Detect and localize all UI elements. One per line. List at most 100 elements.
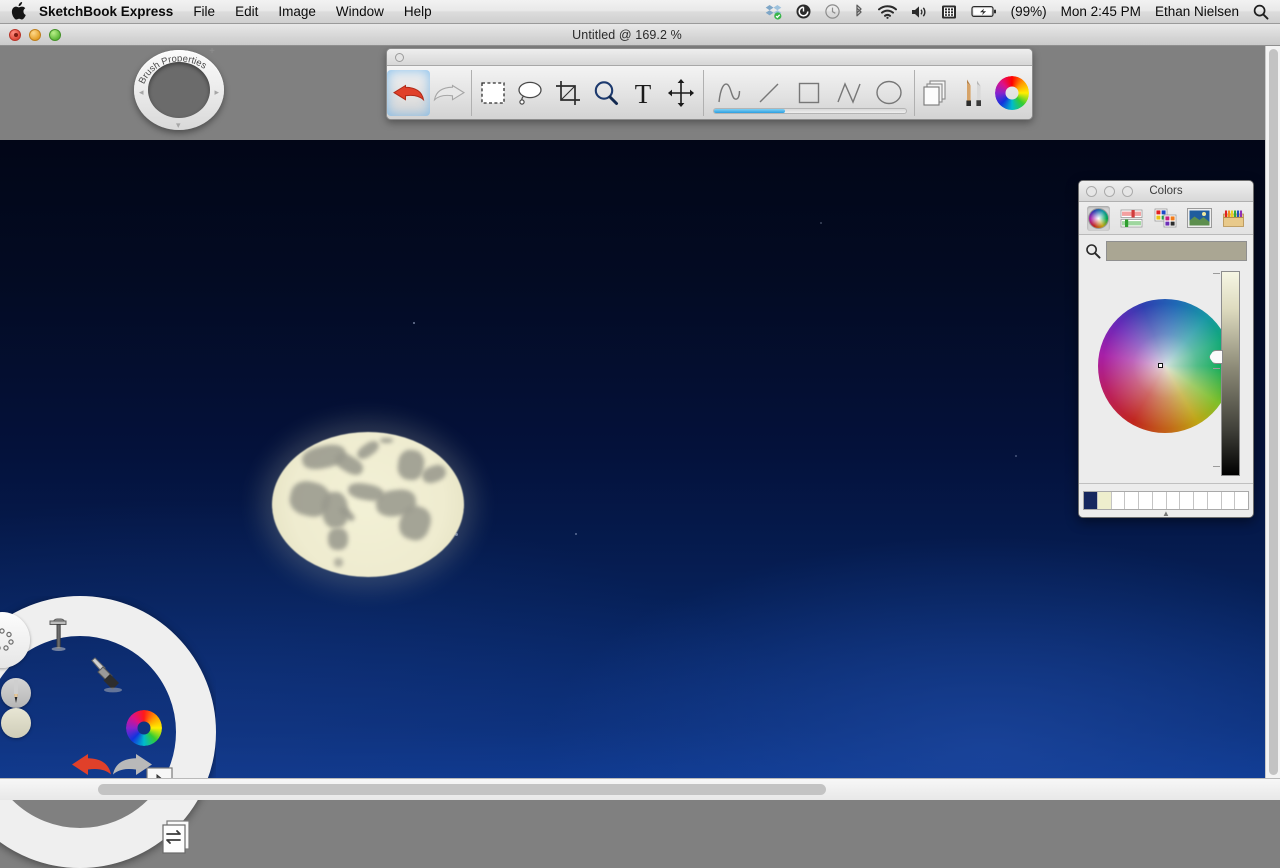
moon-crater (380, 438, 393, 443)
toolbar-divider (914, 70, 915, 116)
volume-icon[interactable] (904, 0, 934, 24)
moon-artwork (272, 432, 464, 577)
horizontal-scrollbar[interactable] (0, 778, 1280, 800)
dropbox-icon[interactable] (758, 0, 789, 24)
vertical-scrollbar[interactable] (1265, 46, 1280, 778)
image-palettes-mode-button[interactable] (1187, 206, 1212, 231)
svg-text:T: T (635, 79, 652, 109)
color-swatch[interactable] (1208, 492, 1222, 509)
apple-menu-icon[interactable] (11, 2, 26, 21)
menu-app-name[interactable]: SketchBook Express (26, 0, 183, 24)
color-wheel-knob[interactable] (1158, 363, 1163, 368)
user-name-label[interactable]: Ethan Nielsen (1148, 0, 1246, 24)
color-wheel[interactable] (1098, 299, 1232, 433)
rectangle-select-button[interactable] (475, 70, 513, 116)
menu-image[interactable]: Image (268, 0, 326, 24)
color-swatch[interactable] (1235, 492, 1248, 509)
horizontal-scrollbar-thumb[interactable] (98, 784, 826, 795)
text-tool-button[interactable]: T (625, 70, 663, 116)
color-swatch-bar: ▲ (1079, 483, 1253, 517)
color-wheel-area (1079, 267, 1253, 482)
shape-size-slider[interactable] (713, 108, 907, 114)
tool-palette: T (386, 48, 1033, 120)
spotlight-search-icon[interactable] (1246, 0, 1280, 24)
color-swatch[interactable] (1180, 492, 1194, 509)
color-swatch[interactable] (1125, 492, 1139, 509)
document-title-bar: Untitled @ 169.2 % (0, 24, 1280, 46)
color-swatch[interactable] (1098, 492, 1112, 509)
magnifier-icon[interactable] (1085, 243, 1101, 259)
color-swatch[interactable] (1139, 492, 1153, 509)
color-swatch[interactable] (1112, 492, 1126, 509)
crayons-mode-button[interactable] (1222, 206, 1245, 231)
clock-label[interactable]: Mon 2:45 PM (1054, 0, 1148, 24)
brightness-tick (1213, 466, 1220, 467)
colors-panel-title: Colors (1079, 185, 1253, 197)
tool-palette-close-button[interactable] (395, 53, 404, 62)
brush-puck-down-arrow-icon[interactable]: ▾ (176, 121, 181, 130)
lagoon-color-button[interactable] (124, 708, 164, 748)
shape-tools-group (707, 70, 911, 116)
swap-pages-icon (161, 820, 195, 856)
menu-edit[interactable]: Edit (225, 0, 268, 24)
keyboard-input-icon[interactable] (934, 0, 964, 24)
menu-window[interactable]: Window (326, 0, 394, 24)
brightness-tick (1213, 368, 1220, 369)
battery-icon[interactable] (964, 0, 1004, 24)
color-swatch[interactable] (1194, 492, 1208, 509)
toolbar-divider (471, 70, 472, 116)
time-machine-icon[interactable] (789, 0, 818, 24)
undo-button[interactable] (387, 70, 430, 116)
transform-tool-button[interactable] (662, 70, 700, 116)
menu-bar-status-area: (99%) Mon 2:45 PM Ethan Nielsen (758, 0, 1280, 24)
battery-percent-label: (99%) (1004, 0, 1054, 24)
brightness-slider[interactable] (1221, 271, 1240, 476)
lagoon-palette (0, 596, 220, 800)
menu-bar: SketchBook Express File Edit Image Windo… (0, 0, 1280, 24)
current-color-preview[interactable] (1106, 241, 1247, 261)
pencil-icon (7, 680, 25, 706)
colors-search-row (1079, 235, 1253, 267)
brush-preview-well[interactable] (148, 62, 210, 118)
crop-button[interactable] (550, 70, 588, 116)
color-swatch[interactable] (1222, 492, 1236, 509)
brush-palette-button[interactable] (955, 70, 993, 116)
zoom-tool-button[interactable] (587, 70, 625, 116)
color-swatch[interactable] (1084, 492, 1098, 509)
dots-ring-icon (0, 625, 17, 655)
color-palettes-mode-button[interactable] (1154, 206, 1177, 231)
vertical-scrollbar-thumb[interactable] (1269, 49, 1278, 775)
color-swatch[interactable] (1167, 492, 1181, 509)
history-icon[interactable] (818, 0, 847, 24)
lagoon-canvas-button[interactable] (158, 818, 198, 858)
lasso-select-button[interactable] (512, 70, 550, 116)
color-swatch-row[interactable] (1083, 491, 1249, 510)
resize-grip-icon[interactable]: ▲ (1162, 509, 1170, 518)
wifi-icon[interactable] (871, 0, 904, 24)
menu-file[interactable]: File (183, 0, 225, 24)
colors-mode-toolbar (1079, 202, 1253, 235)
lagoon-tools-button[interactable] (38, 616, 78, 656)
paintbrush-icon (91, 654, 129, 694)
current-color-puck[interactable] (1, 708, 31, 738)
color-swatch[interactable] (1153, 492, 1167, 509)
brush-puck-plus-icon[interactable]: + (209, 47, 215, 57)
color-wheel-mode-button[interactable] (1087, 206, 1110, 231)
tool-palette-title-bar[interactable] (387, 49, 1032, 66)
redo-button[interactable] (430, 70, 468, 116)
page-title: Untitled @ 169.2 % (0, 24, 1267, 46)
brush-puck-left-arrow-icon[interactable]: ◂ (139, 88, 144, 97)
lagoon-brush-button[interactable] (90, 654, 130, 694)
brush-puck-right-arrow-icon[interactable]: ▸ (214, 88, 219, 97)
layers-button[interactable] (918, 70, 956, 116)
color-editor-button[interactable] (993, 70, 1032, 116)
hammer-icon (41, 617, 75, 655)
brush-properties-puck[interactable]: Brush Properties + ◂ ▸ ▾ (131, 44, 227, 132)
bluetooth-icon[interactable] (847, 0, 871, 24)
color-sliders-mode-button[interactable] (1120, 206, 1143, 231)
menu-help[interactable]: Help (394, 0, 442, 24)
current-brush-puck[interactable] (1, 678, 31, 708)
colors-panel-title-bar[interactable]: Colors (1079, 181, 1253, 202)
moon-crater (334, 558, 343, 567)
brightness-tick (1213, 273, 1220, 274)
